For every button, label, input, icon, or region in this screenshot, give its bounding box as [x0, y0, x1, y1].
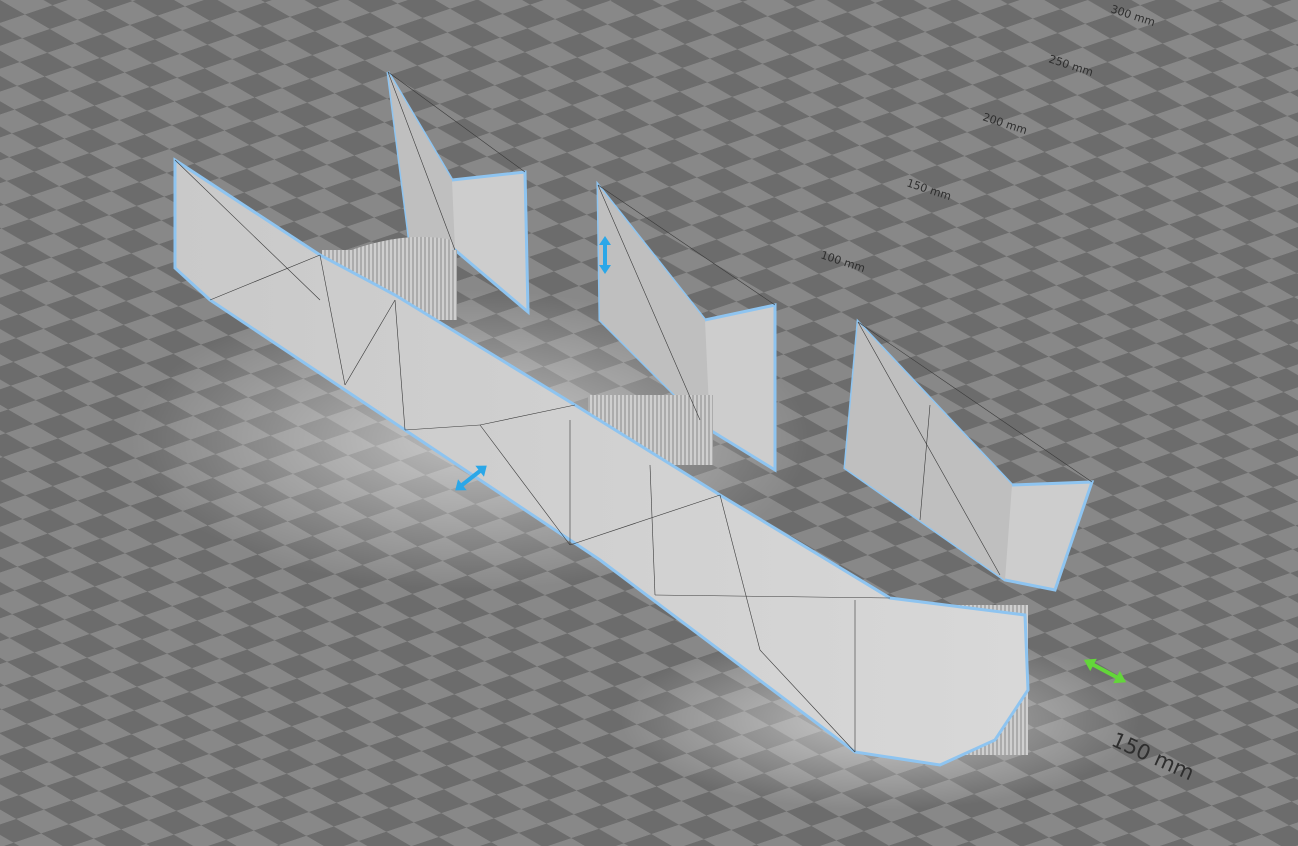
3d-viewport[interactable]: 300 mm 250 mm 200 mm 150 mm 100 mm 150 m… — [0, 0, 1298, 846]
